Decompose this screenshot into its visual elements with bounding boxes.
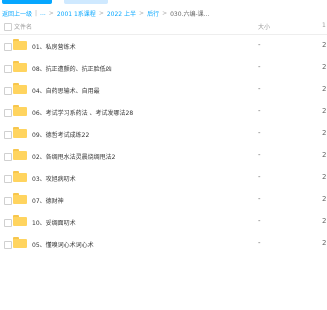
row-checkbox[interactable] [4,43,12,51]
breadcrumb-separator: > [162,9,168,17]
breadcrumb-separator: | [35,9,38,17]
file-size: - [258,129,261,137]
breadcrumb-item[interactable]: 2001 1系课程 [57,9,96,18]
breadcrumb-separator: > [48,9,54,17]
row-checkbox[interactable] [4,131,12,139]
breadcrumb: 返回上一级 | ... > 2001 1系课程 > 2022 上半 > 后行 >… [2,7,209,19]
breadcrumb-current: 030.六编-课... [170,10,210,18]
file-date: 2 [322,151,327,159]
column-header-date[interactable]: 1 [322,22,326,29]
file-date: 2 [322,195,327,203]
file-size: - [258,151,261,159]
breadcrumb-back-link[interactable]: 返回上一级 [2,9,32,18]
file-row[interactable]: 02、各绸甩水法灵晨烧绸甩法2 - 2 [0,145,327,167]
file-name[interactable]: 02、各绸甩水法灵晨烧绸甩法2 [32,152,115,161]
file-row[interactable]: 10、妥绸面叨术 - 2 [0,211,327,233]
file-row[interactable]: 09、德哲考试成练22 - 2 [0,123,327,145]
file-date: 2 [322,63,327,71]
folder-icon [13,237,27,248]
file-date: 2 [322,129,327,137]
file-size: - [258,173,261,181]
breadcrumb-separator: > [98,9,104,17]
file-size: - [258,195,261,203]
folder-icon [13,39,27,50]
file-row[interactable]: 07、德财神 - 2 [0,189,327,211]
row-checkbox[interactable] [4,153,12,161]
row-checkbox[interactable] [4,109,12,117]
file-list-header: 文件名 大小 1 [0,20,327,35]
file-date: 2 [322,173,327,181]
upload-button[interactable] [2,0,52,4]
toolbar [0,0,327,5]
file-name[interactable]: 07、德财神 [32,196,64,205]
folder-icon [13,171,27,182]
file-row[interactable]: 03、攻旭病叨术 - 2 [0,167,327,189]
file-date: 2 [322,239,327,247]
row-checkbox[interactable] [4,197,12,205]
select-all-checkbox[interactable] [4,23,12,31]
file-size: - [258,85,261,93]
breadcrumb-item[interactable]: 后行 [147,9,159,18]
file-name[interactable]: 03、攻旭病叨术 [32,174,76,183]
file-row[interactable]: 08、抗正遭颤的、抗正脸低凶 - 2 [0,57,327,79]
new-folder-button[interactable] [64,0,108,4]
folder-icon [13,105,27,116]
breadcrumb-item[interactable]: 2022 上半 [107,9,136,18]
column-header-size[interactable]: 大小 [258,22,270,31]
file-name[interactable]: 04、自药思输术、自用最 [32,86,100,95]
file-name[interactable]: 09、德哲考试成练22 [32,130,89,139]
folder-icon [13,127,27,138]
folder-icon [13,61,27,72]
file-date: 2 [322,85,327,93]
file-name[interactable]: 01、私房营练术 [32,42,76,51]
row-checkbox[interactable] [4,219,12,227]
file-date: 2 [322,107,327,115]
file-date: 2 [322,217,327,225]
file-size: - [258,107,261,115]
file-row[interactable]: 01、私房营练术 - 2 [0,35,327,57]
file-name[interactable]: 10、妥绸面叨术 [32,218,76,227]
folder-icon [13,149,27,160]
file-size: - [258,217,261,225]
file-size: - [258,239,261,247]
row-checkbox[interactable] [4,87,12,95]
file-row[interactable]: 06、考试学习系药法 、考试发哪法28 - 2 [0,101,327,123]
row-checkbox[interactable] [4,241,12,249]
file-name[interactable]: 08、抗正遭颤的、抗正脸低凶 [32,64,112,73]
file-row[interactable]: 05、懂嗅词心术词心术 - 2 [0,233,327,255]
file-size: - [258,63,261,71]
file-size: - [258,41,261,49]
folder-icon [13,83,27,94]
folder-icon [13,193,27,204]
column-header-name[interactable]: 文件名 [14,22,32,31]
file-date: 2 [322,41,327,49]
file-row[interactable]: 04、自药思输术、自用最 - 2 [0,79,327,101]
file-name[interactable]: 05、懂嗅词心术词心术 [32,240,94,249]
file-name[interactable]: 06、考试学习系药法 、考试发哪法28 [32,108,133,117]
breadcrumb-separator: > [139,9,145,17]
row-checkbox[interactable] [4,175,12,183]
breadcrumb-ellipsis[interactable]: ... [40,10,46,17]
row-checkbox[interactable] [4,65,12,73]
folder-icon [13,215,27,226]
